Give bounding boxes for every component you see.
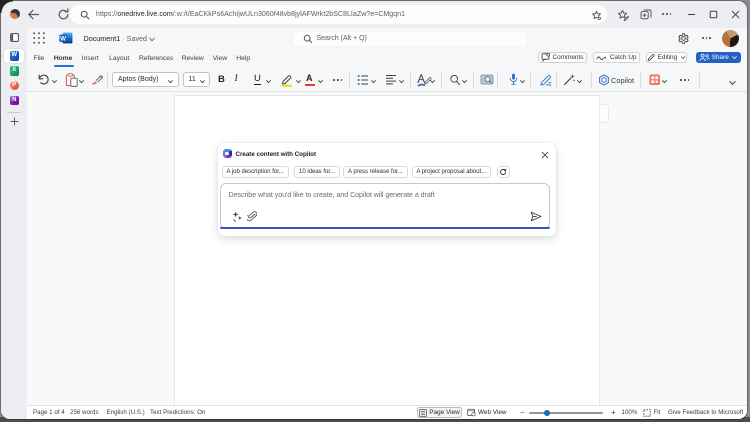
svg-text:W: W bbox=[60, 35, 66, 42]
